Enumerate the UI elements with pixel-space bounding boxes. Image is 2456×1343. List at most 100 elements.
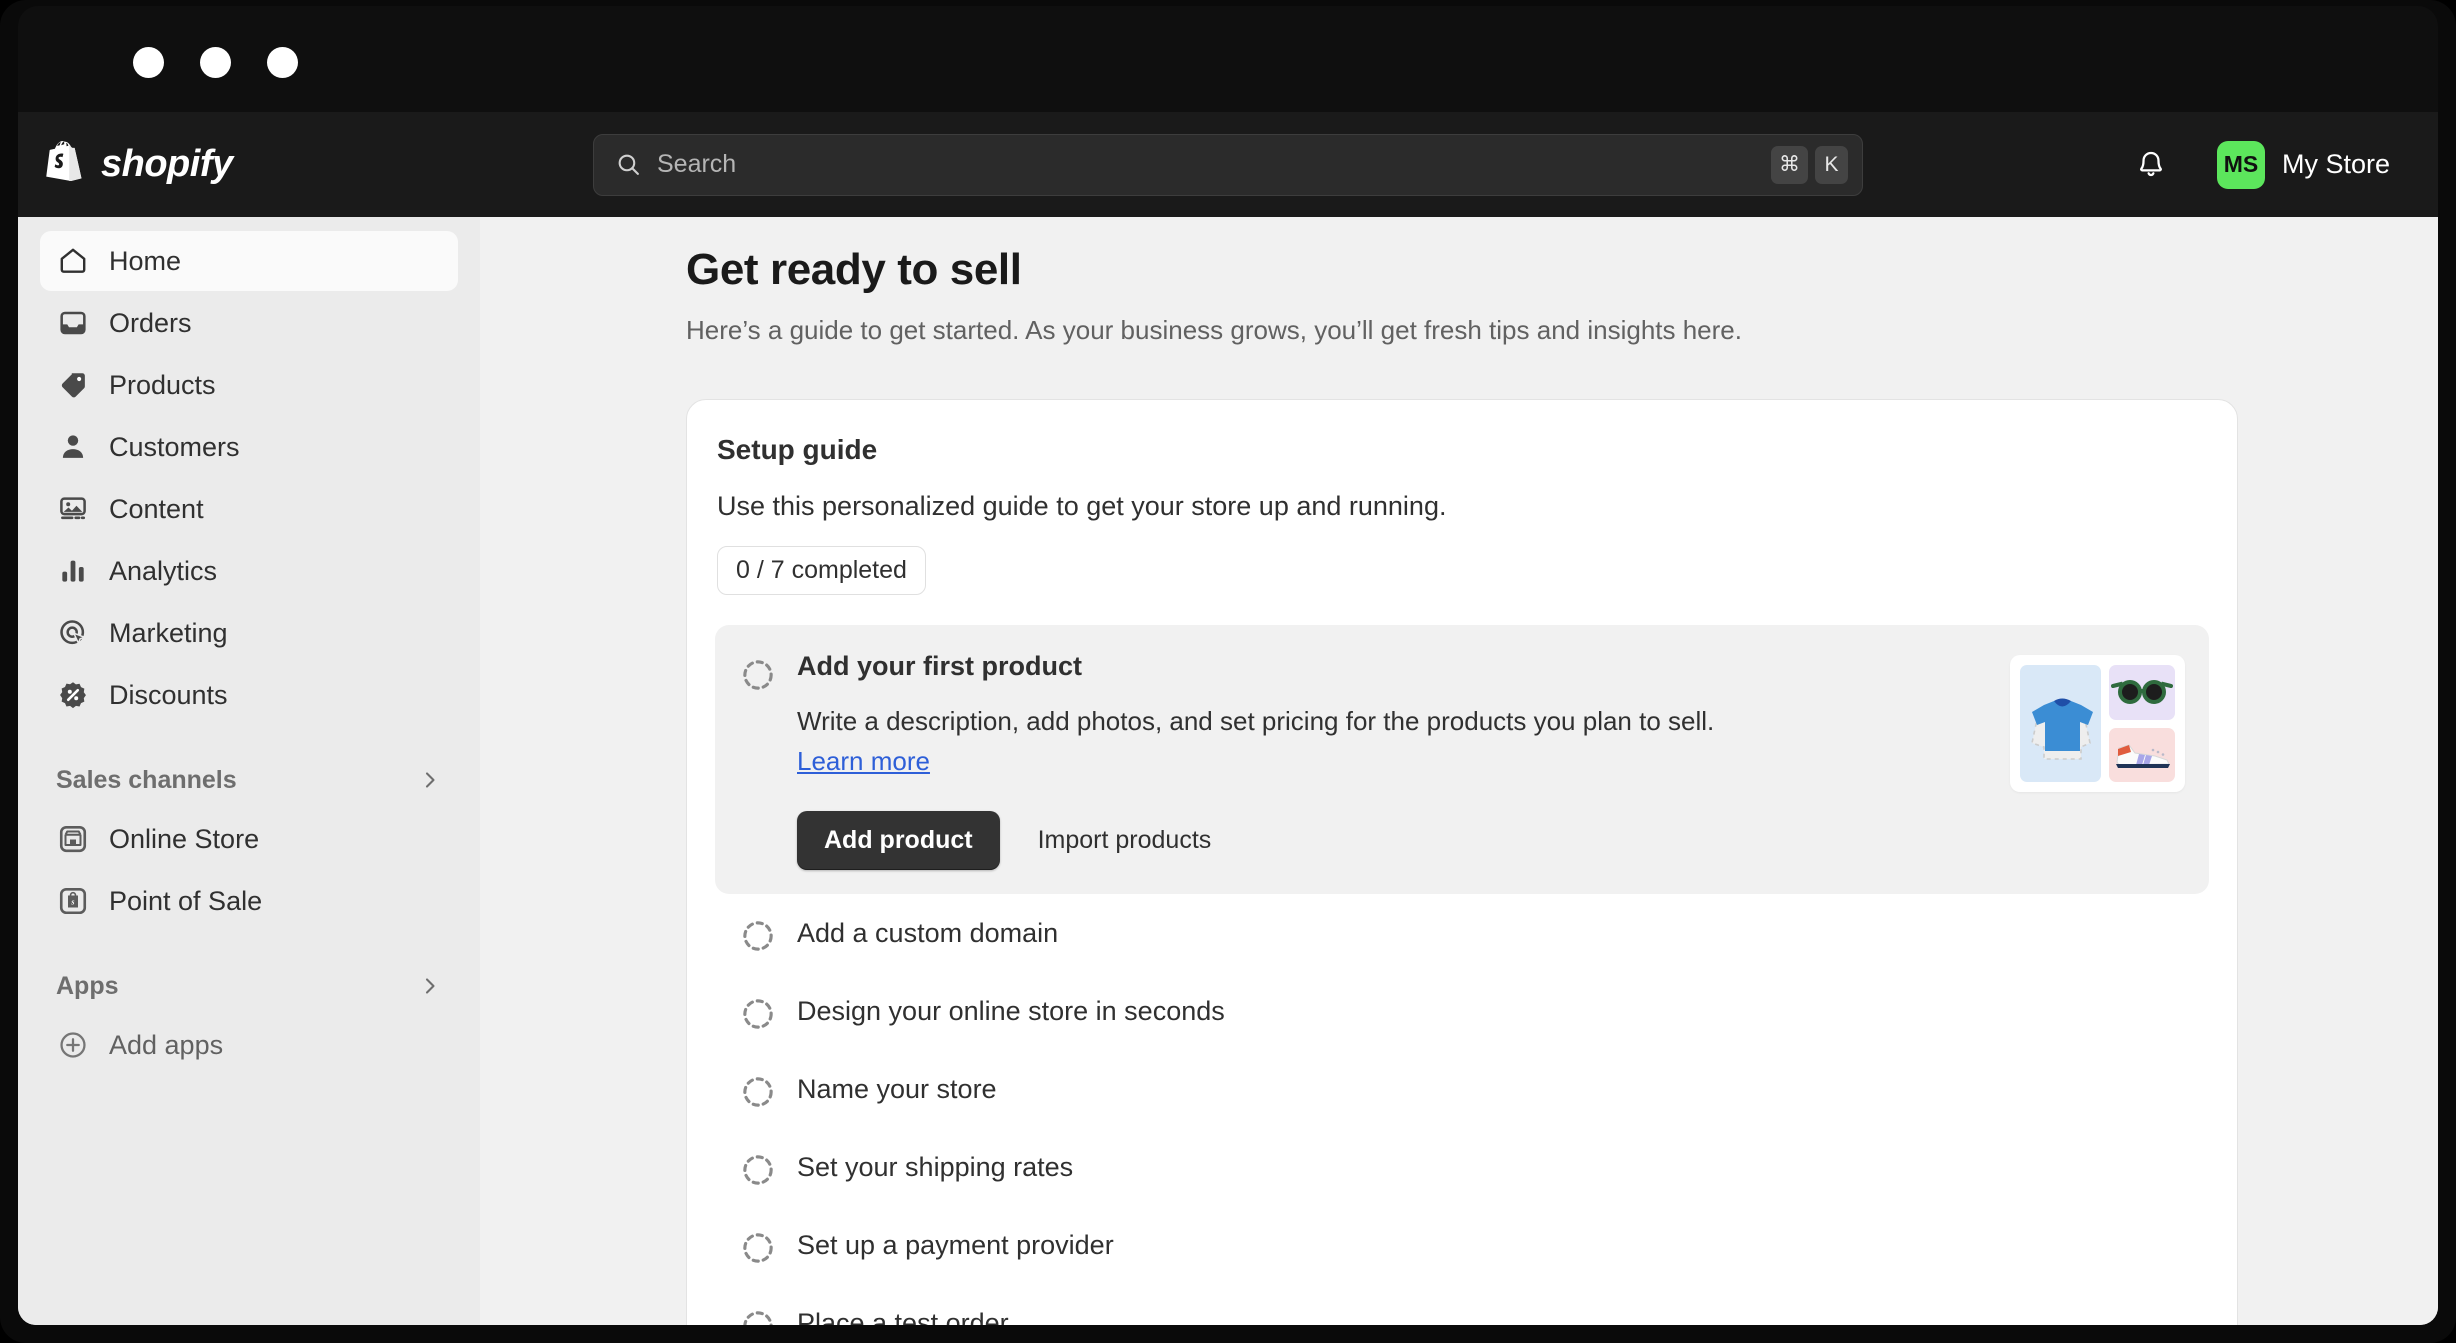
page-subtitle: Here’s a guide to get started. As your b… — [686, 315, 1742, 345]
task-label: Place a test order — [797, 1307, 1009, 1325]
sidebar-section-sales-channels[interactable]: Sales channels — [40, 751, 458, 809]
search-icon — [618, 154, 639, 175]
sidebar-item-analytics[interactable]: Analytics — [40, 541, 458, 601]
task-checkbox-icon[interactable] — [739, 1073, 777, 1111]
plus-circle-icon — [56, 1028, 90, 1062]
setup-task-row[interactable]: Add a custom domain — [715, 894, 2209, 972]
task-description: Write a description, add photos, and set… — [797, 702, 1732, 781]
task-checkbox-icon[interactable] — [739, 995, 777, 1033]
sidebar-item-label: Add apps — [109, 1029, 224, 1060]
pos-bag-icon: s — [56, 884, 90, 918]
setup-task-expanded[interactable]: Add your first product Write a descripti… — [715, 625, 2209, 895]
sidebar-item-add-apps[interactable]: Add apps — [40, 1015, 458, 1075]
sidebar-item-products[interactable]: Products — [40, 355, 458, 415]
sidebar: Home Orders Products Customers Content A… — [18, 217, 480, 1325]
app-body: Home Orders Products Customers Content A… — [18, 217, 2438, 1325]
task-title: Add your first product — [797, 651, 1082, 681]
sidebar-item-label: Customers — [109, 431, 240, 462]
discounts-percent-icon — [56, 678, 90, 712]
illustration-column — [2108, 665, 2175, 782]
setup-task-row[interactable]: Set up a payment provider — [715, 1206, 2209, 1284]
svg-text:s: s — [70, 897, 74, 906]
sidebar-item-label: Marketing — [109, 617, 228, 648]
task-checkbox-icon[interactable] — [739, 917, 777, 955]
orders-icon — [56, 306, 90, 340]
topbar-right-cluster: MS My Store — [1863, 135, 2438, 195]
sidebar-item-label: Home — [109, 245, 182, 276]
task-description-text: Write a description, add photos, and set… — [797, 706, 1715, 736]
setup-task-row[interactable]: Design your online store in seconds — [715, 972, 2209, 1050]
add-product-button[interactable]: Add product — [797, 811, 1000, 871]
sneaker-illustration — [2108, 727, 2175, 782]
learn-more-link[interactable]: Learn more — [797, 746, 930, 776]
task-label: Name your store — [797, 1073, 997, 1104]
setup-guide-title: Setup guide — [717, 434, 878, 465]
window-dot-close[interactable] — [133, 46, 164, 78]
notifications-button[interactable] — [2121, 135, 2181, 195]
sidebar-section-apps[interactable]: Apps — [40, 957, 458, 1015]
sidebar-item-orders[interactable]: Orders — [40, 293, 458, 353]
products-tag-icon — [56, 368, 90, 402]
sidebar-item-point-of-sale[interactable]: s Point of Sale — [40, 871, 458, 931]
task-checkbox-icon[interactable] — [739, 1307, 777, 1325]
sidebar-item-label: Products — [109, 369, 216, 400]
sidebar-item-home[interactable]: Home — [40, 231, 458, 291]
task-label: Design your online store in seconds — [797, 995, 1225, 1026]
window-titlebar — [18, 6, 2438, 118]
tshirt-illustration — [2020, 665, 2101, 782]
kbd-k: K — [1815, 145, 1848, 184]
task-label: Set up a payment provider — [797, 1229, 1114, 1260]
main-content: Get ready to sell Here’s a guide to get … — [480, 217, 2438, 1325]
chevron-right-icon[interactable] — [418, 974, 442, 998]
setup-task-row[interactable]: Place a test order — [715, 1284, 2209, 1325]
sidebar-item-marketing[interactable]: Marketing — [40, 603, 458, 663]
customers-person-icon — [56, 430, 90, 464]
sidebar-item-online-store[interactable]: Online Store — [40, 809, 458, 869]
window-dot-minimize[interactable] — [200, 46, 231, 78]
task-checkbox-icon[interactable] — [739, 656, 777, 694]
sneaker-icon — [2115, 744, 2170, 768]
account-menu-button[interactable]: MS My Store — [2211, 135, 2400, 195]
sidebar-item-label: Discounts — [109, 679, 228, 710]
product-illustration — [2010, 655, 2185, 792]
task-checkbox-icon[interactable] — [739, 1151, 777, 1189]
task-label: Add a custom domain — [797, 917, 1059, 948]
top-navigation-bar: shopify Search ⌘ K MS My Store — [18, 112, 2438, 217]
sidebar-item-label: Content — [109, 493, 204, 524]
analytics-bars-icon — [56, 554, 90, 588]
sidebar-item-label: Online Store — [109, 823, 260, 854]
task-action-row: Add product Import products — [797, 811, 1990, 871]
sidebar-item-label: Analytics — [109, 555, 218, 586]
section-title: Apps — [56, 971, 119, 1000]
bell-icon — [2140, 151, 2162, 176]
setup-guide-description: Use this personalized guide to get your … — [717, 491, 1447, 521]
sidebar-item-content[interactable]: Content — [40, 479, 458, 539]
setup-progress-badge: 0 / 7 completed — [717, 546, 926, 595]
chevron-right-icon[interactable] — [418, 768, 442, 792]
app-window: shopify Search ⌘ K MS My Store Home Orde… — [0, 0, 2456, 1343]
shopify-bag-icon — [46, 140, 82, 181]
task-label: Set your shipping rates — [797, 1151, 1074, 1182]
sidebar-item-label: Point of Sale — [109, 885, 263, 916]
shopify-wordmark: shopify — [101, 143, 233, 185]
tshirt-icon — [2031, 698, 2094, 760]
setup-task-row[interactable]: Set your shipping rates — [715, 1128, 2209, 1206]
avatar: MS — [2216, 140, 2265, 189]
shopify-logo[interactable]: shopify — [18, 140, 593, 189]
sunglasses-illustration — [2108, 665, 2175, 720]
setup-task-row[interactable]: Name your store — [715, 1050, 2209, 1128]
marketing-target-icon — [56, 616, 90, 650]
sunglasses-icon — [2110, 680, 2173, 705]
search-shortcut-hint: ⌘ K — [1771, 145, 1848, 184]
store-name-label: My Store — [2281, 149, 2390, 179]
sidebar-item-label: Orders — [109, 307, 192, 338]
import-products-button[interactable]: Import products — [1028, 811, 1222, 870]
storefront-icon — [56, 822, 90, 856]
task-checkbox-icon[interactable] — [739, 1229, 777, 1267]
search-input[interactable]: Search ⌘ K — [593, 133, 1863, 196]
window-dot-maximize[interactable] — [267, 46, 298, 78]
search-placeholder: Search — [657, 150, 737, 178]
section-title: Sales channels — [56, 765, 237, 794]
sidebar-item-discounts[interactable]: Discounts — [40, 665, 458, 725]
sidebar-item-customers[interactable]: Customers — [40, 417, 458, 477]
